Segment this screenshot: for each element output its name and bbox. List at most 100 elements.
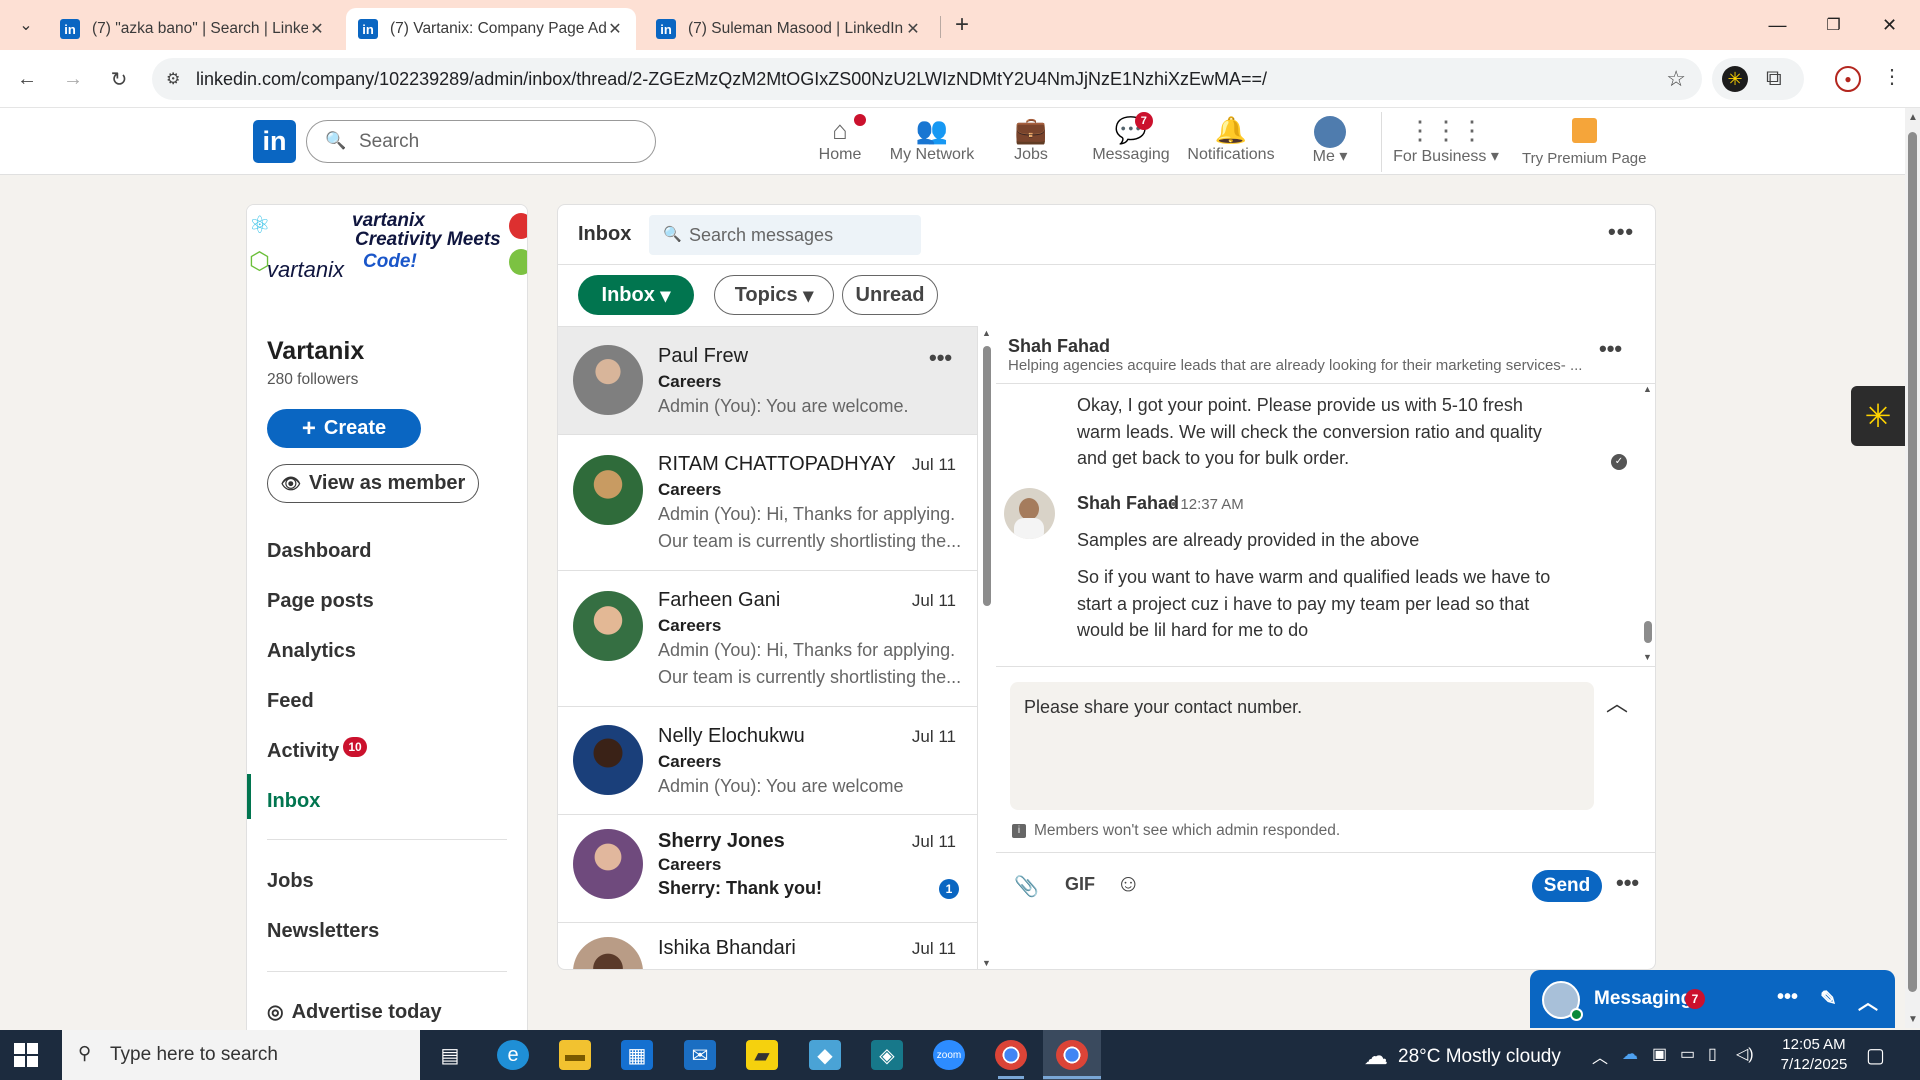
meet-icon[interactable]: ▣ (1652, 1044, 1667, 1064)
conversation-item[interactable]: Paul Frew ••• Careers Admin (You): You a… (558, 327, 977, 435)
nav-inbox[interactable]: Inbox (267, 790, 320, 813)
company-name[interactable]: Vartanix (267, 337, 364, 366)
scroll-down-icon[interactable]: ▼ (1908, 1014, 1918, 1025)
conversation-item[interactable]: Ishika Bhandari Jul 11 (558, 923, 977, 969)
nav-jobs[interactable]: Jobs (267, 870, 314, 893)
message-search-input[interactable]: 🔍 Search messages (649, 215, 921, 255)
scroll-thumb[interactable] (1908, 132, 1917, 992)
zoom-icon[interactable]: zoom (933, 1040, 965, 1070)
sender-avatar[interactable] (1004, 488, 1055, 539)
send-options-icon[interactable]: ••• (1616, 870, 1639, 896)
messaging-overlay-bar[interactable]: Messaging 7 ••• ✎ ︿ (1530, 970, 1895, 1028)
battery-icon[interactable]: ▭ (1680, 1044, 1695, 1064)
topics-filter-button[interactable]: Topics ▾ (714, 275, 834, 315)
nav-analytics[interactable]: Analytics (267, 640, 356, 663)
app-icon[interactable]: ◈ (871, 1040, 903, 1070)
advertise-link[interactable]: ◎ Advertise today (267, 1001, 442, 1024)
nav-jobs[interactable]: 💼 Jobs (1000, 114, 1062, 172)
volume-icon[interactable]: ◁) (1736, 1044, 1754, 1064)
url-field[interactable]: ⚙ linkedin.com/company/102239289/admin/i… (152, 58, 1702, 100)
nav-dashboard[interactable]: Dashboard (267, 540, 371, 563)
edge-icon[interactable]: e (497, 1040, 529, 1070)
close-tab-icon[interactable]: ✕ (308, 19, 326, 39)
attach-icon[interactable]: 📎 (1014, 874, 1039, 899)
task-view-icon[interactable]: ▤ (434, 1040, 466, 1070)
extension-icon[interactable]: ✳ (1722, 66, 1748, 92)
inbox-filter-button[interactable]: Inbox ▾ (578, 275, 694, 315)
network-icon[interactable]: ▯ (1708, 1044, 1717, 1064)
conversation-list-scrollbar[interactable]: ▲ ▼ (979, 326, 995, 969)
browser-tab[interactable]: in (7) Suleman Masood | LinkedIn ✕ (644, 8, 934, 50)
profile-icon[interactable]: ● (1835, 66, 1861, 92)
nav-feed[interactable]: Feed (267, 690, 314, 713)
scroll-up-icon[interactable]: ▲ (1908, 112, 1918, 123)
nav-for-business[interactable]: ⋮⋮⋮ For Business ▾ (1393, 114, 1499, 172)
global-search-input[interactable]: 🔍 Search (306, 120, 656, 163)
send-button[interactable]: Send (1532, 870, 1602, 902)
windows-start-icon[interactable] (14, 1043, 38, 1067)
compose-icon[interactable]: ✎ (1820, 986, 1837, 1011)
scroll-thumb[interactable] (983, 346, 991, 606)
scroll-thumb[interactable] (1644, 621, 1652, 643)
sender-name[interactable]: Shah Fahad (1077, 493, 1179, 514)
tab-search-icon[interactable]: ⌄ (12, 12, 40, 38)
scroll-up-icon[interactable]: ▲ (1643, 384, 1652, 394)
taskbar-search-input[interactable]: ⚲ Type here to search (62, 1030, 420, 1080)
conversation-item[interactable]: Nelly Elochukwu Jul 11 Careers Admin (Yo… (558, 707, 977, 815)
show-hidden-icons-icon[interactable]: ︿ (1592, 1044, 1608, 1068)
restore-icon[interactable]: ❐ (1806, 0, 1861, 50)
chrome-icon[interactable] (1056, 1040, 1088, 1070)
mail-icon[interactable]: ✉ (684, 1040, 716, 1070)
extension-side-tab[interactable]: ✳ (1851, 386, 1905, 446)
browser-tab[interactable]: in (7) "azka bano" | Search | LinkedIn ✕ (48, 8, 338, 50)
try-premium-link[interactable]: Try Premium Page (1522, 118, 1646, 167)
conversation-item[interactable]: RITAM CHATTOPADHYAY Jul 11 Careers Admin… (558, 435, 977, 571)
minimize-icon[interactable]: — (1750, 0, 1805, 50)
unread-filter-button[interactable]: Unread (842, 275, 938, 315)
back-icon[interactable]: ← (12, 64, 42, 94)
scroll-down-icon[interactable]: ▼ (982, 958, 991, 968)
file-explorer-icon[interactable]: ▬ (559, 1040, 591, 1070)
notification-center-icon[interactable]: ▢ (1866, 1043, 1885, 1068)
new-tab-icon[interactable]: + (948, 11, 976, 38)
view-as-member-button[interactable]: 👁 View as member (267, 464, 479, 503)
more-icon[interactable]: ••• (1777, 986, 1798, 1009)
scroll-up-icon[interactable]: ▲ (982, 328, 991, 338)
create-button[interactable]: + Create (267, 409, 421, 448)
nav-page-posts[interactable]: Page posts (267, 590, 374, 613)
system-clock[interactable]: 12:05 AM 7/12/2025 (1764, 1035, 1864, 1075)
close-tab-icon[interactable]: ✕ (904, 19, 922, 39)
chevron-up-icon[interactable]: ︿ (1858, 986, 1878, 1015)
reload-icon[interactable]: ↻ (104, 64, 134, 94)
emoji-icon[interactable]: ☺ (1116, 870, 1141, 898)
onedrive-icon[interactable]: ☁ (1622, 1044, 1638, 1064)
inbox-more-icon[interactable]: ••• (1608, 219, 1634, 245)
chrome-icon[interactable] (995, 1040, 1027, 1070)
browser-tab-active[interactable]: in (7) Vartanix: Company Page Admin ✕ (346, 8, 636, 50)
conversation-more-icon[interactable]: ••• (929, 345, 952, 371)
store-icon[interactable]: ▦ (621, 1040, 653, 1070)
thread-scrollbar[interactable]: ▲ ▼ (1641, 384, 1655, 666)
close-window-icon[interactable]: ✕ (1862, 0, 1917, 50)
nav-newsletters[interactable]: Newsletters (267, 920, 379, 943)
conversation-item[interactable]: Sherry Jones Jul 11 Careers Sherry: Than… (558, 815, 977, 923)
close-tab-icon[interactable]: ✕ (606, 19, 624, 39)
app-icon[interactable]: ◆ (809, 1040, 841, 1070)
scroll-down-icon[interactable]: ▼ (1643, 652, 1652, 662)
page-scrollbar[interactable]: ▲ ▼ (1905, 108, 1920, 1028)
bookmark-star-icon[interactable]: ☆ (1666, 66, 1686, 92)
forward-icon[interactable]: → (58, 64, 88, 94)
site-info-icon[interactable]: ⚙ (166, 69, 180, 89)
thread-contact-name[interactable]: Shah Fahad (1008, 336, 1110, 357)
thread-more-icon[interactable]: ••• (1599, 336, 1622, 362)
chevron-up-icon[interactable]: ︿ (1606, 686, 1628, 718)
puzzle-icon[interactable]: ⧉ (1766, 65, 1782, 91)
weather-widget[interactable]: ☁ 28°C Mostly cloudy (1364, 1042, 1561, 1071)
linkedin-logo[interactable]: in (253, 120, 296, 163)
nav-activity[interactable]: Activity (267, 740, 339, 763)
gif-button[interactable]: GIF (1065, 874, 1095, 895)
nav-home[interactable]: ⌂ Home (805, 114, 875, 172)
nav-messaging[interactable]: 💬 7 Messaging (1085, 112, 1177, 172)
conversation-item[interactable]: Farheen Gani Jul 11 Careers Admin (You):… (558, 571, 977, 707)
message-composer[interactable]: Please share your contact number. (1010, 682, 1594, 810)
